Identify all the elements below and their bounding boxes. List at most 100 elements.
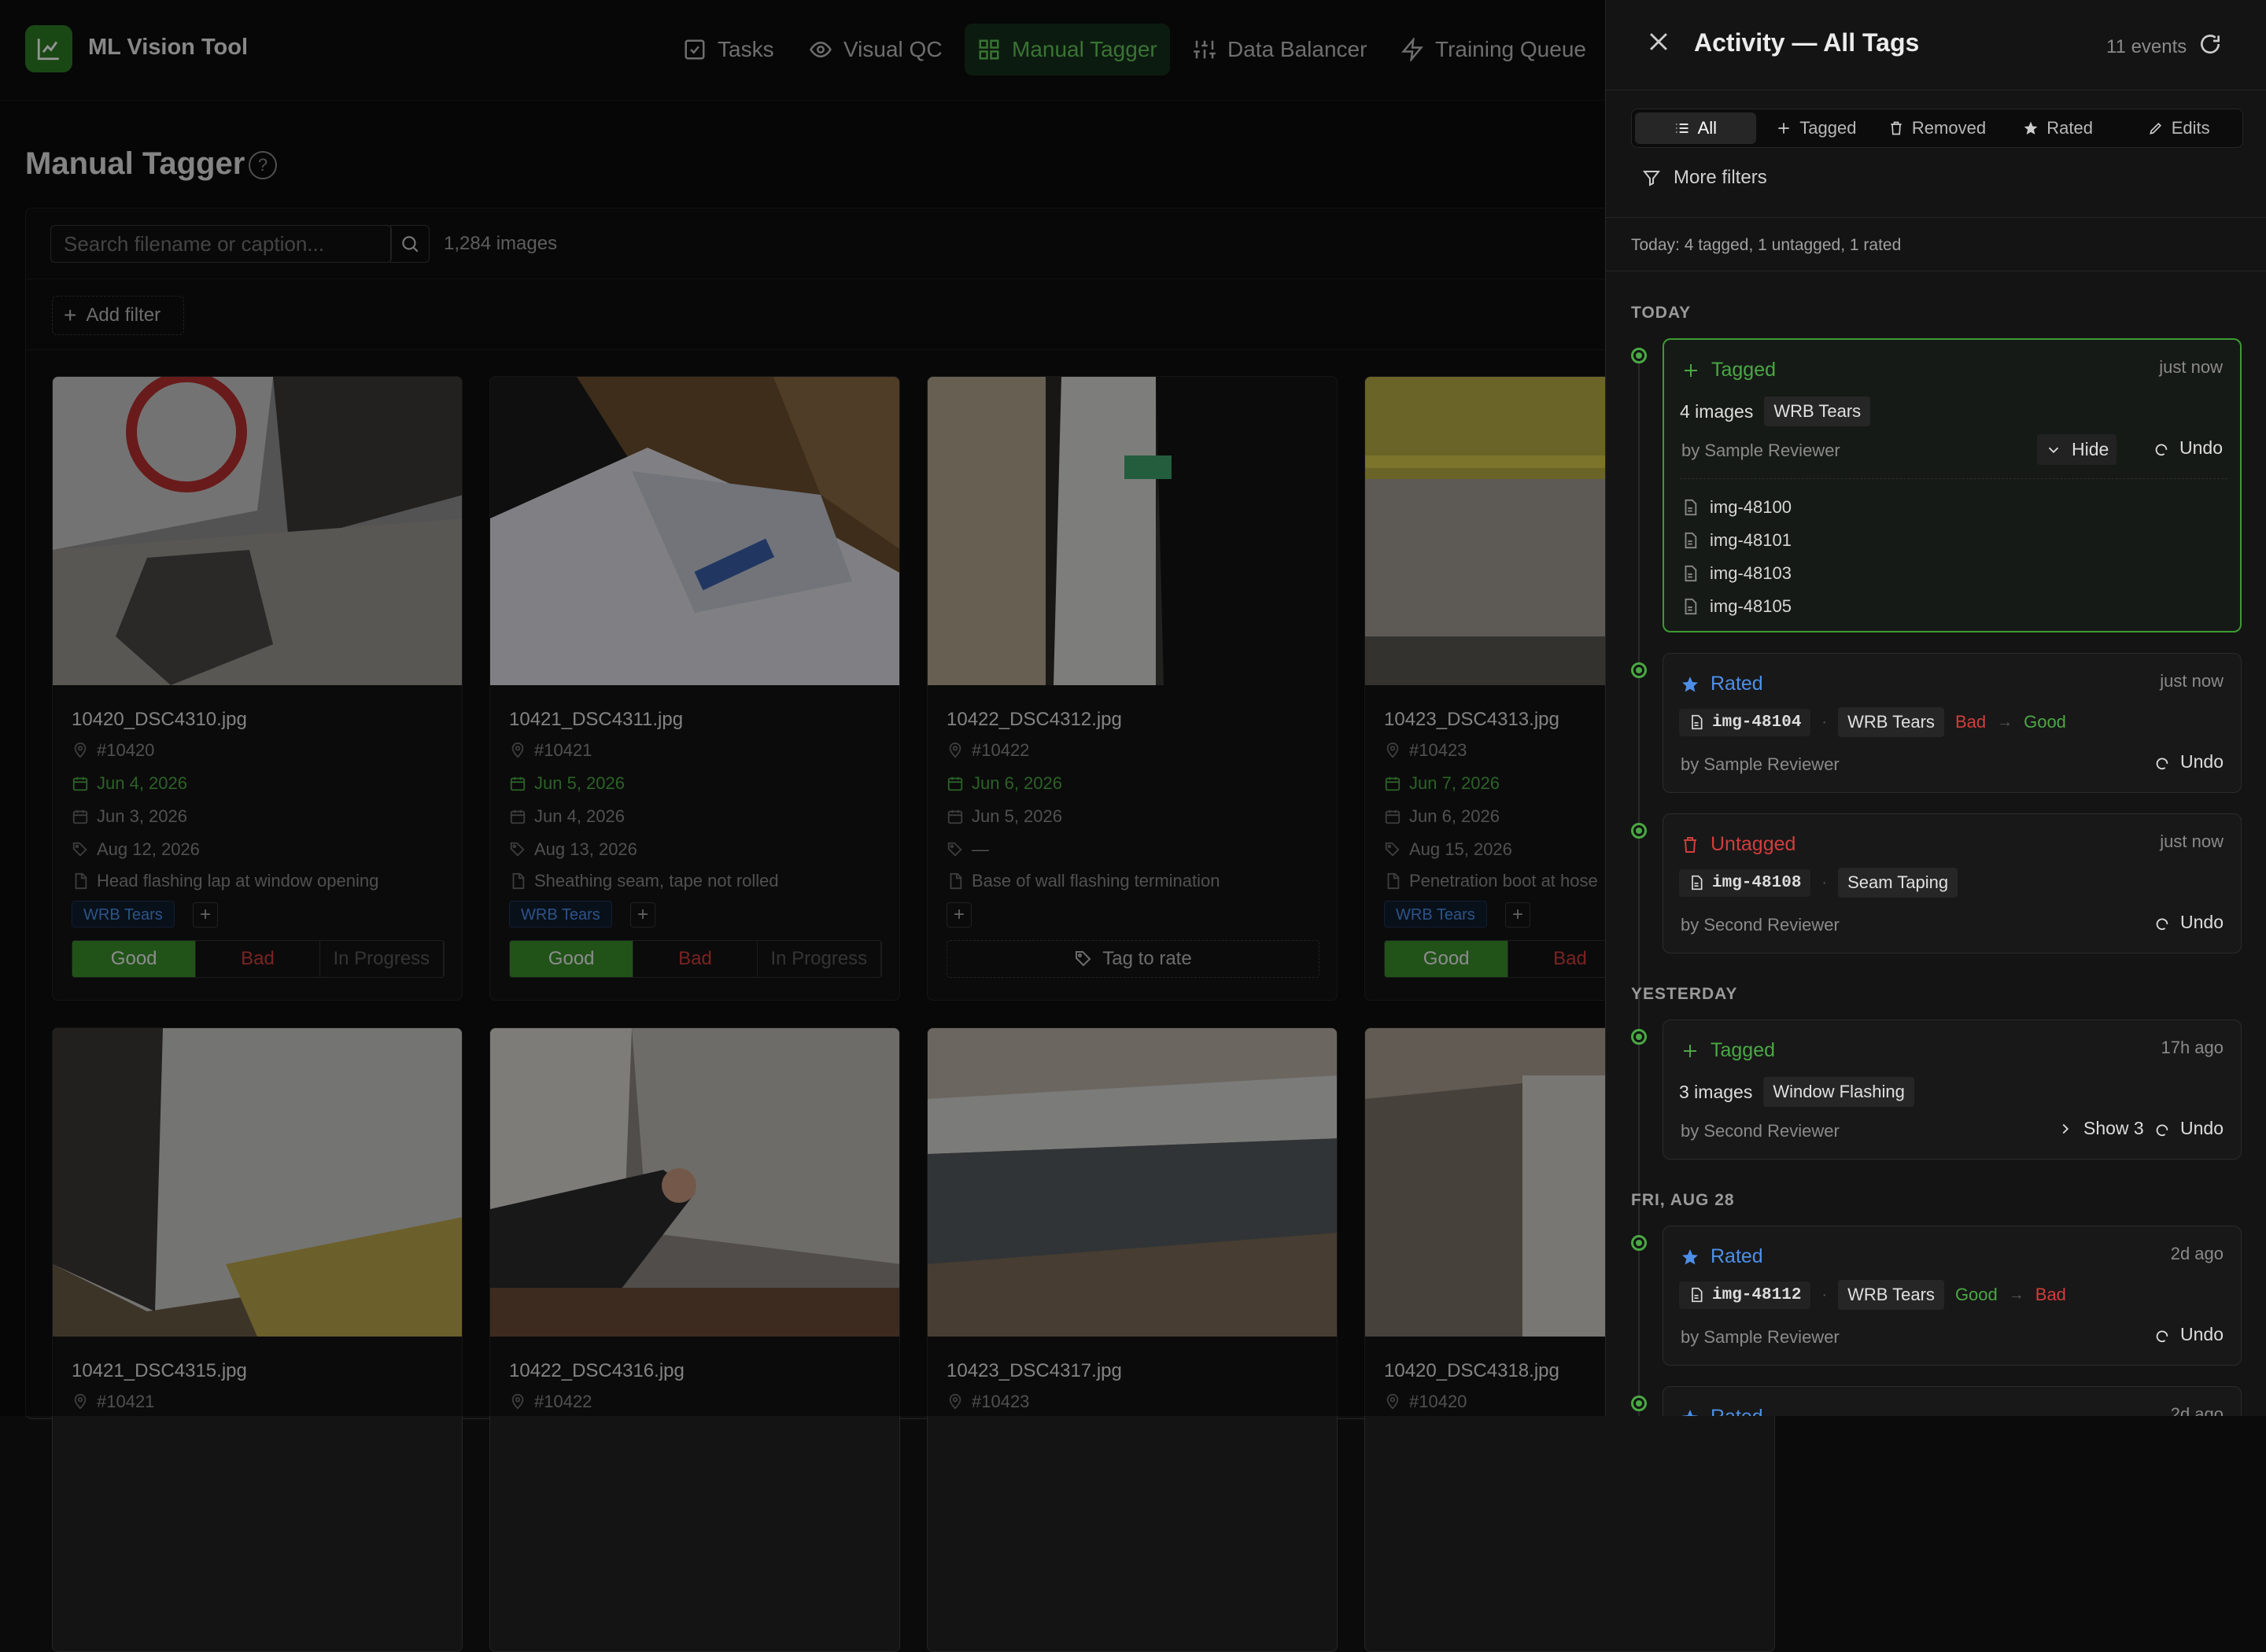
undo-button[interactable]: Undo [2153,912,2224,933]
tag-chip[interactable]: WRB Tears [72,901,175,927]
undo-button[interactable]: Undo [2153,1324,2224,1345]
hide-label: Hide [2072,439,2109,459]
activity-event[interactable]: Rated 2d ago [1663,1386,2242,1416]
activity-drawer: Activity — All Tags 11 events All Tagged… [1605,0,2266,1416]
rating-group: Good Bad In Progress [72,940,445,978]
divider [25,278,1630,279]
tag-icon [1076,951,1091,967]
image-thumbnail[interactable] [928,1028,1338,1337]
event-type-label: Tagged [1711,359,1777,381]
card-filename: 10423_DSC4313.jpg [1384,709,1559,730]
event-detail: 3 images Window Flashing [1679,1077,1914,1107]
location-pin-icon [1386,1393,1399,1410]
event-file[interactable]: img-48105 [1681,596,1792,617]
activity-event[interactable]: Tagged just now 4 images WRB Tears by Sa… [1663,338,2242,632]
add-tag-button[interactable]: + [193,902,218,927]
trash-icon [1684,836,1696,853]
rating-good-button[interactable]: Good [1385,941,1509,977]
card-date-text: — [972,839,989,859]
event-file[interactable]: img-48103 [1681,563,1792,584]
event-author: by Sample Reviewer [1681,1327,1840,1347]
tag-icon [947,842,962,857]
add-tag-button[interactable]: + [630,902,655,927]
tag-chip[interactable]: WRB Tears [509,901,612,927]
refresh-icon[interactable] [2198,31,2223,57]
search-button[interactable] [390,225,430,263]
event-type-label: Tagged [1711,1039,1776,1061]
card-date-tagged: Aug 13, 2026 [509,839,637,860]
rating-in-progress-button[interactable]: In Progress [320,941,444,977]
image-card[interactable]: 10423_DSC4317.jpg #10423 [927,1027,1338,1652]
app-logo-icon[interactable] [25,25,72,72]
document-icon [950,872,962,890]
add-tag-button[interactable]: + [947,902,972,927]
calendar-icon [72,776,88,791]
event-file-chip[interactable]: img-48108 [1679,868,1811,897]
file-name: img-48100 [1710,497,1792,517]
nav-visual-qc-label: Visual QC [843,37,943,61]
nav-tasks[interactable]: Tasks [670,24,787,76]
image-thumbnail[interactable] [490,1028,900,1337]
filter-removed[interactable]: Removed [1877,112,1998,144]
activity-event[interactable]: Tagged 17h ago 3 images Window Flashing … [1663,1020,2242,1160]
tag-to-rate-button[interactable]: Tag to rate [947,940,1319,978]
close-icon[interactable] [1645,28,1672,55]
app-title: ML Vision Tool [88,35,248,60]
activity-event[interactable]: Rated 2d ago img-48112 · WRB Tears Good … [1663,1226,2242,1366]
undo-icon [2156,1123,2168,1136]
image-thumbnail[interactable] [53,1028,463,1337]
image-thumbnail[interactable] [928,377,1338,685]
image-card[interactable]: 10421_DSC4311.jpg #10421 Jun 5, 2026 Jun… [489,376,900,1001]
event-file-chip[interactable]: img-48104 [1679,708,1811,736]
undo-button[interactable]: Undo [2153,1118,2224,1139]
nav-visual-qc[interactable]: Visual QC [796,24,955,76]
filter-tagged[interactable]: Tagged [1756,112,1877,144]
undo-button[interactable]: Undo [2153,437,2223,459]
rating-in-progress-button[interactable]: In Progress [758,941,881,977]
activity-event[interactable]: Rated just now img-48104 · WRB Tears Bad… [1663,653,2242,793]
card-date-tagged: Aug 12, 2026 [72,839,200,860]
add-filter-button[interactable]: + Add filter [52,296,184,335]
timeline-dot [1631,1396,1647,1411]
event-file[interactable]: img-48101 [1681,530,1792,551]
nav-manual-tagger[interactable]: Manual Tagger [965,24,1170,76]
nav-training-queue[interactable]: Training Queue [1388,24,1599,76]
image-card[interactable]: 10422_DSC4312.jpg #10422 Jun 6, 2026 Jun… [927,376,1338,1001]
show-files-button[interactable]: Show 3 [2057,1118,2144,1139]
rating-good-button[interactable]: Good [510,941,634,977]
rating-bad-button[interactable]: Bad [633,941,758,977]
undo-label: Undo [2180,1118,2224,1138]
card-caption: Head flashing lap at window opening [72,871,378,891]
filter-edits[interactable]: Edits [2118,112,2239,144]
image-card[interactable]: 10421_DSC4315.jpg #10421 [52,1027,463,1652]
file-name: img-48105 [1710,596,1792,616]
arrow-right-icon: → [1997,713,2013,731]
event-type-label: Rated [1711,673,1763,695]
tag-chip[interactable]: WRB Tears [1384,901,1487,927]
add-tag-button[interactable]: + [1505,902,1530,927]
image-card[interactable]: 10422_DSC4316.jpg #10422 [489,1027,900,1652]
filter-rated[interactable]: Rated [1998,112,2119,144]
more-filters-button[interactable]: More filters [1642,167,1767,189]
rating-bad-button[interactable]: Bad [196,941,320,977]
image-thumbnail[interactable] [53,377,463,685]
timeline-line [1638,356,1640,1416]
timeline-dot [1631,348,1647,363]
hide-files-button[interactable]: Hide [2037,434,2117,465]
event-file[interactable]: img-48100 [1681,497,1792,518]
undo-button[interactable]: Undo [2153,751,2224,773]
event-image-count: 3 images [1679,1081,1753,1102]
nav-training-queue-label: Training Queue [1435,37,1586,61]
event-file-chip[interactable]: img-48112 [1679,1281,1811,1309]
image-count: 1,284 images [444,233,558,254]
image-thumbnail[interactable] [490,377,900,685]
filter-all[interactable]: All [1635,112,1756,144]
search-input[interactable] [50,225,392,263]
rating-good-button[interactable]: Good [72,941,197,977]
image-card[interactable]: 10420_DSC4310.jpg #10420 Jun 4, 2026 Jun… [52,376,463,1001]
divider [25,349,1630,350]
help-icon[interactable]: ? [249,151,277,179]
nav-data-balancer[interactable]: Data Balancer [1180,24,1379,76]
event-tag-chip: WRB Tears [1764,396,1871,426]
activity-event[interactable]: Untagged just now img-48108 · Seam Tapin… [1663,813,2242,953]
